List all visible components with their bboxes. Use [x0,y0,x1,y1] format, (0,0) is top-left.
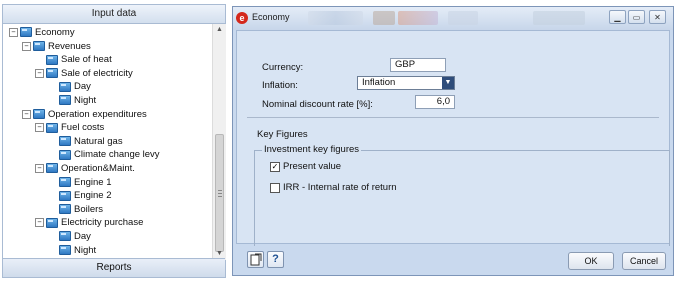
tree-item-label: Boilers [74,203,104,215]
key-figures-label: Key Figures [257,129,308,140]
dialog-title: Economy [252,12,290,22]
scrollbar-thumb[interactable] [215,134,224,252]
tree-item-label: Engine 1 [74,176,112,188]
tree-item[interactable]: − Electricity purchase [35,216,143,229]
chevron-down-icon[interactable]: ▼ [442,77,454,89]
tree-item[interactable]: Day [48,230,91,243]
tree-item[interactable]: Engine 1 [48,176,112,189]
folder-icon [33,41,45,52]
dialog-button-bar: ? OK Cancel [236,246,670,274]
tree-item[interactable]: − Sale of electricity [35,67,133,80]
irr-label: IRR - Internal rate of return [283,182,397,193]
tree-item-label: Day [74,231,91,242]
folder-icon [46,122,58,133]
blurred-icon-area [533,11,585,25]
folder-icon [59,149,71,160]
tree-item[interactable]: Night [48,244,96,257]
folder-icon [46,54,58,65]
ok-button[interactable]: OK [568,252,614,270]
close-icon[interactable]: ✕ [649,10,666,24]
tree-item-label: Climate change levy [74,149,160,161]
folder-icon [20,27,32,38]
scroll-up-arrow-icon[interactable]: ▲ [213,24,226,36]
dialog-content: Currency: GBP Inflation: Inflation ▼ Nom… [236,30,670,247]
maximize-icon[interactable]: ▭ [628,10,645,24]
tree-item-label: Night [74,244,97,256]
blurred-icon-area [448,11,478,25]
discount-rate-field[interactable]: 6,0 [415,95,455,109]
investment-group-label: Investment key figures [262,144,362,155]
new-document-icon[interactable] [247,251,264,268]
separator [247,117,659,118]
dialog-titlebar[interactable]: e Economy ▁ ▭ ✕ [233,7,673,30]
folder-icon [59,190,71,201]
blurred-taskbar-area [308,11,363,25]
folder-icon [59,204,71,215]
input-data-pane: Input data − Economy − Revenues Sale of heat… [2,4,226,278]
tree-item-label: Revenues [48,40,91,52]
tree-item-label: Fuel costs [61,122,105,134]
tree-item[interactable]: − Operation&Maint. [35,162,135,175]
tree-item[interactable]: Boilers [48,203,103,216]
folder-icon [46,68,58,79]
input-data-header[interactable]: Input data [3,5,225,24]
folder-icon [33,109,45,120]
tree-item-label: Sale of electricity [61,67,133,79]
input-tree: − Economy − Revenues Sale of heat − Sale of el… [3,24,212,260]
economy-dialog: e Economy ▁ ▭ ✕ Currency: GBP Inflation:… [232,6,674,276]
tree-item[interactable]: Night [48,94,96,107]
tree-item[interactable]: − Revenues [22,40,91,53]
tree-scrollbar[interactable]: ▲ ▼ [212,24,226,260]
folder-icon [46,217,58,228]
blurred-icon-area [373,11,395,25]
cancel-button[interactable]: Cancel [622,252,666,270]
minimize-icon[interactable]: ▁ [609,10,626,24]
present-value-checkbox[interactable]: ✓ [270,162,280,172]
tree-item-label: Operation&Maint. [61,163,135,174]
reports-header[interactable]: Reports [3,258,225,277]
tree-item[interactable]: Climate change levy [48,148,160,161]
tree-item[interactable]: − Fuel costs [35,121,104,134]
irr-checkbox[interactable] [270,183,280,193]
folder-icon [59,245,71,256]
tree-collapse-icon[interactable]: − [22,41,31,51]
tree-collapse-icon[interactable]: − [35,68,44,78]
tree-item-label: Night [74,95,97,106]
tree-collapse-icon[interactable]: − [35,218,44,228]
tree-item-label: Electricity purchase [61,217,144,229]
currency-label: Currency: [262,62,304,73]
currency-field[interactable]: GBP [390,58,446,72]
tree-item[interactable]: Day [48,80,91,93]
inflation-select[interactable]: Inflation ▼ [357,76,455,90]
tree-collapse-icon[interactable]: − [22,109,31,119]
tree-collapse-icon[interactable]: − [35,163,44,173]
tree-item-label: Day [74,81,91,93]
tree-item[interactable]: Engine 2 [48,189,112,202]
folder-icon [59,81,71,92]
tree-item-label: Sale of heat [61,54,112,66]
tree-item-label: Operation expenditures [48,108,147,120]
tree-item-label: Economy [35,27,75,38]
tree-item[interactable]: − Economy [9,26,75,39]
inflation-select-value: Inflation [362,77,396,88]
present-value-label: Present value [283,161,342,172]
tree-collapse-icon[interactable]: − [9,27,18,37]
tree-collapse-icon[interactable]: − [35,123,44,133]
tree-item-label: Engine 2 [74,190,112,202]
folder-icon [59,95,71,106]
inflation-label: Inflation: [262,80,298,91]
folder-icon [59,177,71,188]
blurred-icon-area [398,11,438,25]
tree-item[interactable]: − Operation expenditures [22,108,147,121]
help-button[interactable]: ? [267,251,284,268]
tree-item-label: Natural gas [74,135,123,147]
folder-icon [46,163,58,174]
folder-icon [59,136,71,147]
discount-rate-label: Nominal discount rate [%]: [262,99,373,110]
tree-item[interactable]: Sale of heat [35,53,112,66]
tree-item[interactable]: Natural gas [48,135,123,148]
app-logo-icon: e [236,12,248,24]
folder-icon [59,231,71,242]
